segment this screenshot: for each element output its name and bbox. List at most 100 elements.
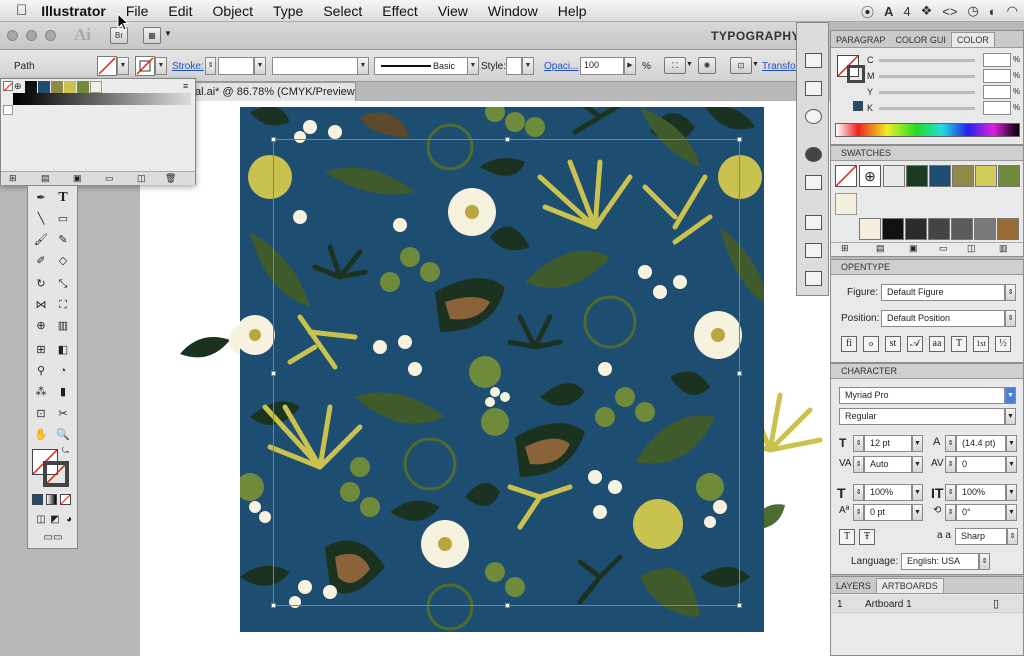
line-tool-icon[interactable]: ╲ xyxy=(31,210,51,228)
width-tool-icon[interactable]: ⋈ xyxy=(31,296,51,314)
stroke-dropdown-icon[interactable]: ▼ xyxy=(155,57,167,75)
pencil-tool-icon[interactable]: ✎ xyxy=(53,231,73,249)
stroke-weight-stepper[interactable]: ⇕ xyxy=(205,57,216,75)
channel-y-field[interactable] xyxy=(983,85,1011,99)
antialiasing-select[interactable]: Sharp xyxy=(955,528,1007,545)
delete-swatch-icon[interactable]: 🗑 xyxy=(165,173,176,184)
ordinals-button[interactable]: 1st xyxy=(973,336,989,352)
leading-stepper[interactable]: ⇕ xyxy=(945,435,956,452)
isolate-button[interactable]: ✺ xyxy=(698,57,716,74)
artboard-tool-icon[interactable]: ⊡ xyxy=(31,405,51,423)
channel-m-field[interactable] xyxy=(983,69,1011,83)
paintbrush-tool-icon[interactable]: 🖌 xyxy=(31,231,51,249)
font-size-dropdown-icon[interactable]: ▼ xyxy=(912,435,923,452)
selection-bounding-box[interactable] xyxy=(271,137,742,608)
font-family-dropdown-icon[interactable]: ▼ xyxy=(1005,387,1016,404)
popup-white-swatch[interactable] xyxy=(3,105,13,115)
swatch-swrow1-3[interactable] xyxy=(952,165,974,187)
align-panel-icon[interactable] xyxy=(805,243,822,258)
code-icon[interactable]: <> xyxy=(942,4,957,19)
symbols-icon[interactable] xyxy=(805,109,822,124)
menu-edit[interactable]: Edit xyxy=(158,3,202,19)
swatch-swrow2-3[interactable] xyxy=(928,218,950,240)
artboard-options-icon[interactable]: ▯ xyxy=(993,597,999,610)
figure-select-arrow-icon[interactable]: ⇕ xyxy=(1005,284,1016,301)
swatch-swrow1-2[interactable] xyxy=(929,165,951,187)
resize-handle-br[interactable] xyxy=(737,603,742,608)
resize-handle-tr[interactable] xyxy=(737,137,742,142)
horizontal-scale-stepper[interactable]: ⇕ xyxy=(945,484,956,501)
popup-swatch-5[interactable] xyxy=(77,81,89,93)
tab-paragraph[interactable]: PARAGRAP xyxy=(831,33,890,47)
none-mode-button[interactable] xyxy=(60,494,71,505)
swash-button[interactable]: 𝒜 xyxy=(907,336,923,352)
dropbox-icon[interactable]: ❖ xyxy=(921,3,933,19)
none-swatch[interactable] xyxy=(3,81,13,92)
fill-swatch[interactable] xyxy=(97,56,117,76)
sync-icon[interactable]: ◐ xyxy=(989,4,997,19)
graphic-styles-icon[interactable] xyxy=(805,175,822,190)
resize-handle-t[interactable] xyxy=(505,137,510,142)
scale-tool-icon[interactable]: ⤡ xyxy=(53,275,73,293)
stroke-panel-icon[interactable] xyxy=(805,81,822,96)
kerning-stepper[interactable]: ⇕ xyxy=(853,456,864,473)
pen-tool-icon[interactable]: ✒ xyxy=(31,189,51,207)
align-dropdown-icon[interactable]: ▼ xyxy=(752,61,759,68)
horizontal-scale-field[interactable]: 100% xyxy=(956,484,1006,501)
resize-handle-r[interactable] xyxy=(737,371,742,376)
opacity-label-link[interactable]: Opaci... xyxy=(544,61,578,72)
leading-field[interactable]: (14.4 pt) xyxy=(956,435,1006,452)
menu-help[interactable]: Help xyxy=(548,3,597,19)
eyedropper-tool-icon[interactable]: ⚲ xyxy=(31,362,51,380)
channel-k-field[interactable] xyxy=(983,101,1011,115)
rotation-stepper[interactable]: ⇕ xyxy=(945,504,956,521)
font-family-field[interactable]: Myriad Pro xyxy=(839,387,1005,404)
brush-dropdown-icon[interactable]: ▼ xyxy=(467,57,479,75)
opacity-dropdown-icon[interactable]: ▶ xyxy=(624,57,636,75)
brush-definition-field[interactable]: Basic xyxy=(374,57,468,75)
tracking-dropdown-icon[interactable]: ▼ xyxy=(1006,456,1017,473)
channel-k-slider[interactable] xyxy=(879,107,975,110)
rotation-dropdown-icon[interactable]: ▼ xyxy=(1006,504,1017,521)
titling-alternates-button[interactable]: T xyxy=(951,336,967,352)
align-button[interactable]: ⊡ xyxy=(730,57,752,74)
channel-y-slider[interactable] xyxy=(879,91,975,94)
font-style-dropdown-icon[interactable]: ▼ xyxy=(1005,408,1016,425)
strikethrough-button[interactable]: Ŧ xyxy=(859,529,875,545)
artboard-row[interactable]: 1 Artboard 1 ▯ xyxy=(831,595,1023,613)
color-mode-button[interactable] xyxy=(32,494,43,505)
swatch-swrow2-6[interactable] xyxy=(997,218,1019,240)
delete-swatch-button-icon[interactable]: ▥ xyxy=(999,243,1008,254)
kerning-dropdown-icon[interactable]: ▼ xyxy=(912,456,923,473)
swatch-options-button-icon[interactable]: ▣ xyxy=(909,243,918,254)
graph-tool-icon[interactable]: ▮ xyxy=(53,383,73,401)
channel-m-slider[interactable] xyxy=(879,75,975,78)
minimize-window-button[interactable] xyxy=(26,30,37,41)
menu-window[interactable]: Window xyxy=(478,3,548,19)
close-window-button[interactable] xyxy=(7,30,18,41)
variable-width-dropdown-icon[interactable]: ▼ xyxy=(357,57,369,75)
baseline-shift-stepper[interactable]: ⇕ xyxy=(853,504,864,521)
resize-handle-bl[interactable] xyxy=(271,603,276,608)
font-size-stepper[interactable]: ⇕ xyxy=(853,435,864,452)
rectangle-tool-icon[interactable]: ▭ xyxy=(53,210,73,228)
menu-app-illustrator[interactable]: Illustrator xyxy=(31,3,116,19)
vertical-scale-stepper[interactable]: ⇕ xyxy=(853,484,864,501)
transform-label-link[interactable]: Transfor xyxy=(762,61,799,72)
baseline-shift-field[interactable]: 0 pt xyxy=(864,504,912,521)
tab-layers[interactable]: LAYERS xyxy=(831,579,876,593)
stroke-indicator[interactable] xyxy=(43,461,69,487)
swatch-cream[interactable] xyxy=(835,193,857,215)
contextual-alternates-button[interactable]: ℴ xyxy=(863,336,879,352)
position-select-arrow-icon[interactable]: ⇕ xyxy=(1005,310,1016,327)
brushes-icon[interactable] xyxy=(805,53,822,68)
workspace-switcher[interactable]: TYPOGRAPHY xyxy=(711,29,800,43)
language-select[interactable]: English: USA xyxy=(901,553,979,570)
swatch-swrow1-1[interactable] xyxy=(906,165,928,187)
record-icon[interactable]: ⦿ xyxy=(861,2,874,21)
vertical-scale-dropdown-icon[interactable]: ▼ xyxy=(912,484,923,501)
perspective-grid-tool-icon[interactable]: ▥ xyxy=(53,317,73,335)
transform-panel-icon[interactable] xyxy=(805,215,822,230)
popup-swatch-4[interactable] xyxy=(64,81,76,93)
swatch-options-icon[interactable]: ▣ xyxy=(73,173,82,184)
